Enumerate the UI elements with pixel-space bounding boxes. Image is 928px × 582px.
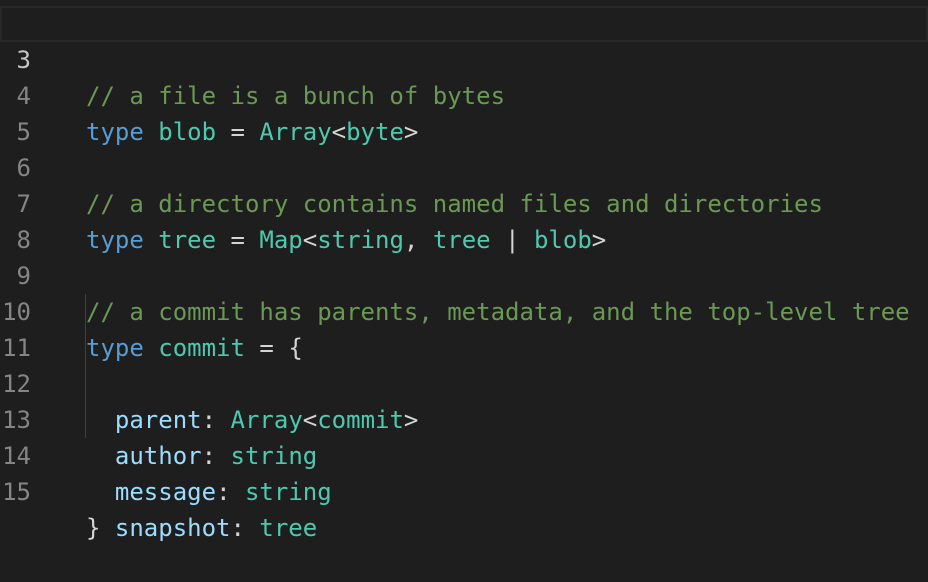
colon: :: [230, 514, 260, 542]
code-text[interactable]: message: string: [86, 474, 332, 510]
property-name: message: [114, 478, 217, 506]
close-brace: }: [86, 514, 101, 542]
colon: :: [216, 478, 245, 506]
code-line[interactable]: 12 author: string: [0, 330, 928, 470]
code-line[interactable]: 4 type blob = Array<byte>: [0, 42, 928, 146]
indent-guide: [85, 330, 86, 366]
indent-guide: [85, 402, 86, 438]
code-editor[interactable]: 3 // a file is a bunch of bytes 4 type b…: [0, 6, 928, 542]
indent-guide: [85, 366, 86, 402]
code-line[interactable]: 6 // a directory contains named files an…: [0, 114, 928, 218]
property-name: snapshot: [114, 514, 231, 542]
code-text[interactable]: }: [86, 510, 100, 546]
code-line[interactable]: 3 // a file is a bunch of bytes: [0, 6, 928, 110]
code-line[interactable]: 14 snapshot: tree: [0, 402, 928, 542]
code-line[interactable]: 15 }: [0, 438, 928, 542]
property-type: tree: [259, 514, 318, 542]
code-line[interactable]: 8: [0, 186, 928, 254]
code-line[interactable]: 10 type commit = {: [0, 258, 928, 362]
indent-guide: [85, 294, 86, 330]
property-type: string: [244, 478, 332, 506]
code-line[interactable]: 5: [0, 78, 928, 146]
code-line[interactable]: 9 // a commit has parents, metadata, and…: [0, 222, 928, 326]
code-text[interactable]: snapshot: tree: [86, 510, 317, 546]
code-line[interactable]: 11 parent: Array<commit>: [0, 294, 928, 434]
code-line[interactable]: 7 type tree = Map<string, tree | blob>: [0, 150, 928, 254]
line-number: 15: [2, 478, 31, 506]
code-line[interactable]: 13 message: string: [0, 366, 928, 506]
